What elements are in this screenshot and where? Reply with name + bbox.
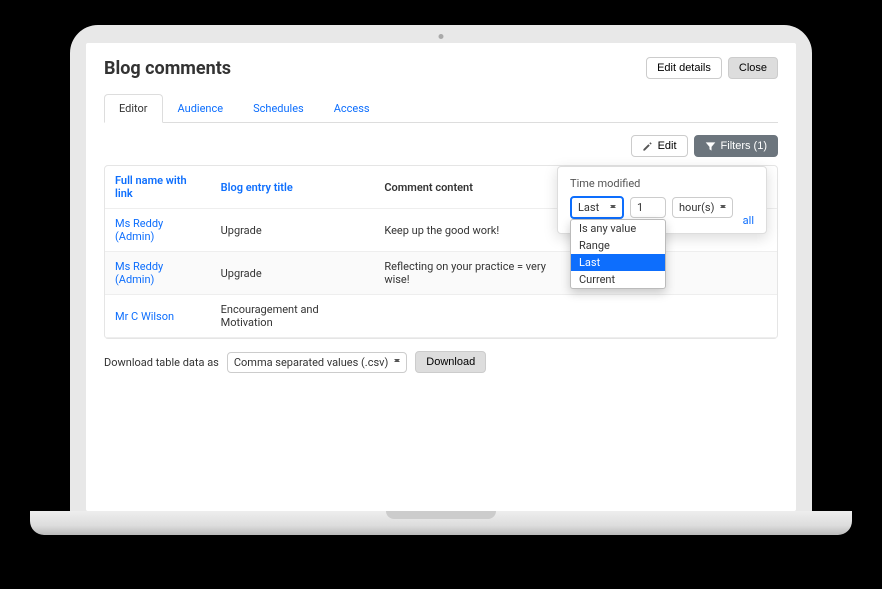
- col-content: Comment content: [374, 166, 567, 209]
- download-button[interactable]: Download: [415, 351, 486, 373]
- download-label: Download table data as: [104, 356, 219, 369]
- col-title[interactable]: Blog entry title: [211, 166, 375, 209]
- edit-button[interactable]: Edit: [631, 135, 688, 157]
- filter-mode-dropdown: Is any value Range Last Current: [570, 219, 666, 289]
- page-title: Blog comments: [104, 58, 231, 79]
- filter-popover: Time modified Last 1 hour(s) Is any valu…: [557, 166, 767, 234]
- close-button[interactable]: Close: [728, 57, 778, 79]
- filters-label: Filters (1): [721, 140, 767, 152]
- cell-title: Upgrade: [211, 252, 375, 295]
- cell-content: Keep up the good work!: [374, 209, 567, 252]
- cell-content: [374, 295, 567, 338]
- funnel-icon: [705, 141, 716, 152]
- download-format-select[interactable]: Comma separated values (.csv): [227, 352, 407, 373]
- filter-mode-select[interactable]: Last: [570, 196, 624, 219]
- table-row: Mr C Wilson Encouragement and Motivation: [105, 295, 777, 338]
- filters-button[interactable]: Filters (1): [694, 135, 778, 157]
- camera-dot: [439, 34, 444, 39]
- table-panel: Full name with link Blog entry title Com…: [104, 165, 778, 339]
- filter-unit-select[interactable]: hour(s): [672, 197, 733, 218]
- option-last[interactable]: Last: [571, 254, 665, 271]
- user-link[interactable]: Ms Reddy (Admin): [115, 260, 163, 286]
- col-name[interactable]: Full name with link: [105, 166, 211, 209]
- cell-title: Upgrade: [211, 209, 375, 252]
- tab-audience[interactable]: Audience: [163, 94, 239, 123]
- cell-content: Reflecting on your practice = very wise!: [374, 252, 567, 295]
- tabs: Editor Audience Schedules Access: [104, 93, 778, 123]
- option-range[interactable]: Range: [571, 237, 665, 254]
- tab-schedules[interactable]: Schedules: [238, 94, 319, 123]
- edit-label: Edit: [658, 140, 677, 152]
- pencil-icon: [642, 141, 653, 152]
- filter-label: Time modified: [570, 177, 754, 190]
- laptop-base: [30, 511, 852, 535]
- cell-title: Encouragement and Motivation: [211, 295, 375, 338]
- option-is-any-value[interactable]: Is any value: [571, 220, 665, 237]
- tab-editor[interactable]: Editor: [104, 94, 163, 123]
- edit-details-button[interactable]: Edit details: [646, 57, 722, 79]
- filter-amount-input[interactable]: 1: [630, 197, 666, 218]
- clear-all-link[interactable]: all: [743, 214, 754, 227]
- user-link[interactable]: Ms Reddy (Admin): [115, 217, 163, 243]
- tab-access[interactable]: Access: [319, 94, 385, 123]
- table-row: Ms Reddy (Admin) Upgrade Reflecting on y…: [105, 252, 777, 295]
- user-link[interactable]: Mr C Wilson: [115, 310, 174, 323]
- option-current[interactable]: Current: [571, 271, 665, 288]
